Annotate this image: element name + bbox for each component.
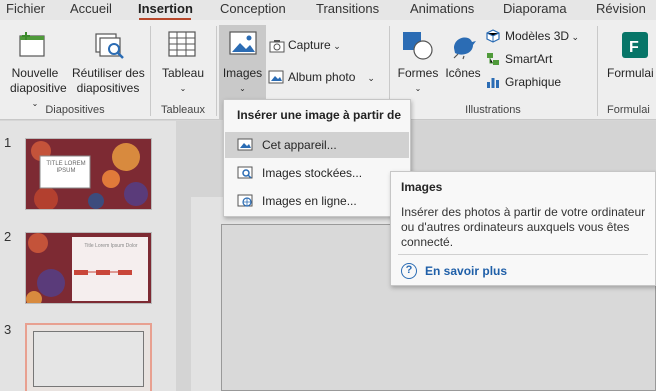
tab-conception[interactable]: Conception <box>220 1 286 16</box>
group-slides: Diapositives <box>45 104 105 116</box>
group-separator <box>150 26 151 116</box>
chevron-down-icon: ⌄ <box>330 41 341 51</box>
device-image-icon <box>237 138 253 151</box>
slide-number: 2 <box>4 229 12 244</box>
menu-item-online-images[interactable]: Images en ligne... <box>225 188 409 214</box>
smartart-icon[interactable] <box>486 52 500 66</box>
new-slide-label-1: Nouvelle <box>11 66 59 80</box>
group-separator <box>216 26 217 116</box>
slide-3-frame <box>33 331 144 387</box>
slide-thumbnail-pane: 1 TITLE LOREM IPSUM 2 Title Lorem Ipsum … <box>0 121 176 391</box>
reuse-slides-icon[interactable] <box>94 30 126 60</box>
chevron-down-icon: ⌄ <box>179 84 187 93</box>
menu-item-stock-images[interactable]: Images stockées... <box>225 160 409 186</box>
slide-number: 1 <box>4 135 12 150</box>
models3d-button[interactable]: Modèles 3D ⌄ <box>505 29 579 45</box>
group-illustrations: Illustrations <box>465 104 521 116</box>
chevron-down-icon: ⌄ <box>414 84 422 93</box>
forms-icon[interactable]: F <box>620 30 650 60</box>
tab-insertion[interactable]: Insertion <box>138 1 193 16</box>
new-slide-icon[interactable] <box>18 30 48 58</box>
new-slide-label-2: diapositive <box>10 81 67 95</box>
svg-text:F: F <box>629 39 639 56</box>
images-dropdown-menu: Insérer une image à partir de Cet appare… <box>223 99 411 217</box>
slide-thumbnail-3[interactable] <box>25 323 152 391</box>
images-icon[interactable] <box>228 30 258 56</box>
menu-item-this-device[interactable]: Cet appareil... <box>225 132 409 158</box>
chart-button[interactable]: Graphique <box>505 75 561 90</box>
images-button[interactable]: Images ⌄ <box>219 66 266 96</box>
slide-2-title: Title Lorem Ipsum Dolor <box>84 243 138 249</box>
menu-item-label: Cet appareil... <box>262 138 337 152</box>
group-forms: Formulai <box>607 104 650 116</box>
forms-button[interactable]: Formulai <box>607 66 654 81</box>
table-button[interactable]: Tableau ⌄ <box>158 66 208 96</box>
table-icon[interactable] <box>167 30 197 58</box>
stock-images-icon <box>237 166 253 179</box>
images-tooltip: Images Insérer des photos à partir de vo… <box>390 171 656 286</box>
slide-thumbnail-2[interactable]: Title Lorem Ipsum Dolor <box>25 232 152 304</box>
tooltip-title: Images <box>401 180 443 194</box>
slide-1-title: TITLE LOREM IPSUM <box>46 161 86 174</box>
shapes-label: Formes <box>397 66 439 80</box>
chart-icon[interactable] <box>486 75 500 89</box>
chevron-down-icon: ⌄ <box>239 84 246 93</box>
ribbon-tabs: Fichier Accueil Insertion Conception Tra… <box>0 0 656 20</box>
images-label: Images <box>222 66 263 80</box>
album-button[interactable]: Album photo ⌄ <box>288 70 375 86</box>
learn-more-link[interactable]: En savoir plus <box>425 264 507 278</box>
slide-thumbnail-1[interactable]: TITLE LOREM IPSUM <box>25 138 152 210</box>
album-icon[interactable] <box>268 70 284 84</box>
menu-item-label: Images stockées... <box>262 166 363 180</box>
tab-diaporama[interactable]: Diaporama <box>503 1 567 16</box>
icons-button[interactable]: Icônes <box>444 66 482 81</box>
capture-label: Capture <box>288 38 331 52</box>
smartart-button[interactable]: SmartArt <box>505 52 552 67</box>
online-images-icon <box>237 194 253 207</box>
slide-number: 3 <box>4 322 12 337</box>
reuse-label-2: diapositives <box>76 81 140 95</box>
chevron-down-icon: ⌄ <box>367 73 375 83</box>
reuse-label-1: Réutiliser des <box>72 66 145 80</box>
shapes-icon[interactable] <box>401 30 435 60</box>
tab-accueil[interactable]: Accueil <box>70 1 112 16</box>
tab-transitions[interactable]: Transitions <box>316 1 379 16</box>
group-separator <box>597 26 598 116</box>
table-label: Tableau <box>161 66 205 80</box>
help-icon[interactable]: ? <box>401 263 417 279</box>
cube-icon[interactable] <box>486 29 500 43</box>
icons-icon[interactable] <box>448 30 478 60</box>
tooltip-divider <box>398 254 648 255</box>
menu-item-label: Images en ligne... <box>262 194 357 208</box>
tab-fichier[interactable]: Fichier <box>6 1 45 16</box>
group-tables: Tableaux <box>160 104 206 116</box>
reuse-slides-button[interactable]: Réutiliser des diapositives <box>72 66 145 96</box>
tab-animations[interactable]: Animations <box>410 1 474 16</box>
tooltip-body: Insérer des photos à partir de votre ord… <box>401 205 646 249</box>
chevron-down-icon: ⌄ <box>569 32 580 42</box>
album-label: Album photo <box>288 70 356 84</box>
capture-button[interactable]: Capture ⌄ <box>288 38 341 54</box>
icons-label: Icônes <box>445 66 481 80</box>
shapes-button[interactable]: Formes ⌄ <box>395 66 441 96</box>
capture-icon[interactable] <box>269 39 285 53</box>
tab-revision[interactable]: Révision <box>596 1 646 16</box>
models3d-label: Modèles 3D <box>505 29 570 43</box>
dropdown-title: Insérer une image à partir de <box>237 108 402 122</box>
